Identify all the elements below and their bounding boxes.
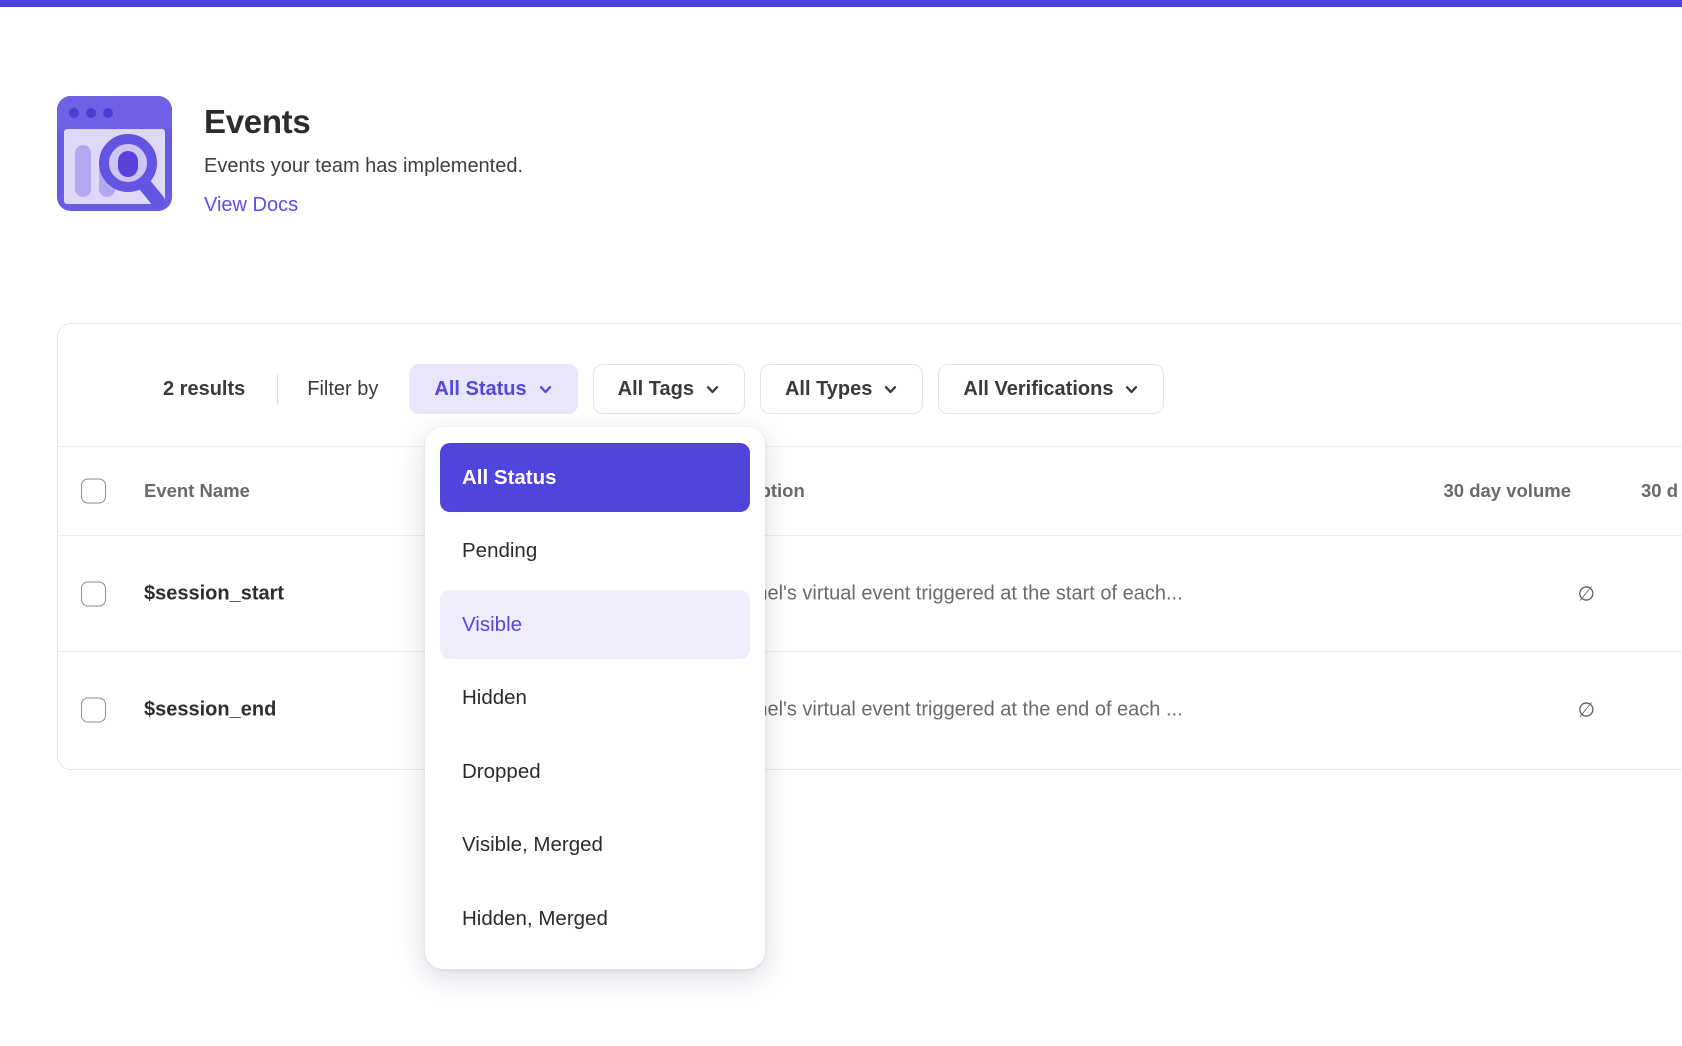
event-name: $session_end bbox=[144, 698, 276, 721]
filter-button-all-types[interactable]: All Types bbox=[760, 364, 923, 414]
status-option-all-status[interactable]: All Status bbox=[440, 443, 750, 512]
event-name: $session_start bbox=[144, 582, 284, 605]
filter-button-label: All Verifications bbox=[963, 378, 1113, 401]
icon-dot bbox=[69, 108, 79, 118]
status-option-dropped[interactable]: Dropped bbox=[440, 737, 750, 806]
events-card: 2 results Filter by All StatusAll TagsAl… bbox=[57, 323, 1682, 770]
icon-chart-bar bbox=[75, 145, 91, 197]
event-description: Mixpanel's virtual event triggered at th… bbox=[703, 698, 1183, 721]
top-accent-bar bbox=[0, 0, 1682, 7]
column-header-truncated[interactable]: 30 d bbox=[1641, 480, 1678, 502]
filter-by-label: Filter by bbox=[307, 378, 378, 401]
filter-button-label: All Types bbox=[785, 378, 872, 401]
chevron-down-icon bbox=[538, 382, 553, 397]
filter-toolbar: 2 results Filter by All StatusAll TagsAl… bbox=[58, 324, 1682, 446]
status-option-hidden-merged[interactable]: Hidden, Merged bbox=[440, 884, 750, 953]
events-browser-search-icon bbox=[57, 96, 172, 211]
status-option-visible-merged[interactable]: Visible, Merged bbox=[440, 811, 750, 880]
event-30-day-volume: ∅ bbox=[1578, 697, 1595, 722]
filter-button-label: All Status bbox=[434, 378, 526, 401]
results-count: 2 results bbox=[163, 378, 245, 401]
event-30-day-volume: ∅ bbox=[1578, 581, 1595, 606]
toolbar-divider bbox=[277, 374, 278, 404]
chevron-down-icon bbox=[705, 382, 720, 397]
icon-dot bbox=[103, 108, 113, 118]
table-row-session-start[interactable]: $session_start Mixpanel's virtual event t… bbox=[58, 535, 1682, 651]
filter-button-all-tags[interactable]: All Tags bbox=[593, 364, 745, 414]
table-body: $session_start Mixpanel's virtual event t… bbox=[58, 535, 1682, 767]
select-all-checkbox[interactable] bbox=[81, 479, 106, 504]
chevron-down-icon bbox=[1124, 382, 1139, 397]
chevron-down-icon bbox=[883, 382, 898, 397]
table-header: Event Name Description 30 day volume 30 … bbox=[58, 446, 1682, 535]
filter-button-all-status[interactable]: All Status bbox=[409, 364, 577, 414]
row-checkbox[interactable] bbox=[81, 697, 106, 722]
status-option-hidden[interactable]: Hidden bbox=[440, 664, 750, 733]
filter-button-all-verifications[interactable]: All Verifications bbox=[938, 364, 1164, 414]
page-subtitle: Events your team has implemented. bbox=[204, 155, 523, 178]
view-docs-link[interactable]: View Docs bbox=[204, 194, 298, 217]
event-description: Mixpanel's virtual event triggered at th… bbox=[703, 582, 1183, 605]
column-header-30-day-volume[interactable]: 30 day volume bbox=[1443, 480, 1571, 502]
filter-buttons: All Status All Tags All Types All Verificat… bbox=[409, 364, 1179, 414]
magnifier-icon bbox=[92, 131, 170, 209]
page-title: Events bbox=[204, 103, 310, 141]
icon-dot bbox=[86, 108, 96, 118]
table-row-session-end[interactable]: $session_end Mixpanel's virtual event tri… bbox=[58, 651, 1682, 767]
row-checkbox[interactable] bbox=[81, 581, 106, 606]
status-dropdown-menu: All StatusPendingVisibleHiddenDroppedVis… bbox=[425, 427, 765, 969]
column-header-event-name[interactable]: Event Name bbox=[144, 480, 250, 502]
status-option-visible[interactable]: Visible bbox=[440, 590, 750, 659]
filter-button-label: All Tags bbox=[618, 378, 694, 401]
status-option-pending[interactable]: Pending bbox=[440, 517, 750, 586]
